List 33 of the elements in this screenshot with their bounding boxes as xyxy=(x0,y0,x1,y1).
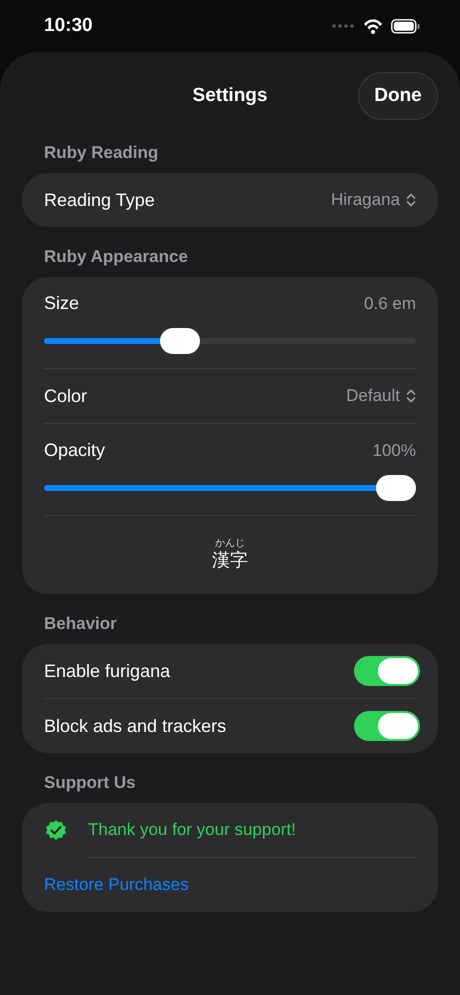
chevron-updown-icon xyxy=(406,389,416,403)
row-label: Reading Type xyxy=(44,190,155,210)
restore-link[interactable]: Restore Purchases xyxy=(44,875,189,895)
value-text: 0.6 em xyxy=(364,294,416,314)
slider-thumb[interactable] xyxy=(160,328,200,354)
verified-badge-icon xyxy=(44,819,68,841)
section-header: Ruby Appearance xyxy=(43,246,189,268)
kanji-text: 漢字 xyxy=(212,550,248,572)
slider[interactable] xyxy=(44,328,416,354)
section-header: Support Us xyxy=(43,772,137,794)
status-text: Thank you for your support! xyxy=(88,820,296,840)
signal-icon xyxy=(331,22,355,30)
battery-icon xyxy=(391,18,420,34)
furigana-text: かんじ xyxy=(215,538,245,550)
section-header: Behavior xyxy=(43,613,118,635)
slider[interactable] xyxy=(44,475,416,501)
toggle-switch[interactable] xyxy=(354,711,420,741)
slider-thumb[interactable] xyxy=(376,475,416,501)
row-label: Color xyxy=(44,386,88,406)
value-text: 100% xyxy=(372,440,416,460)
status-time: 10:30 xyxy=(44,15,93,37)
sheet-title: Settings xyxy=(192,85,268,107)
done-button[interactable]: Done xyxy=(358,72,438,120)
toggle-switch[interactable] xyxy=(354,656,420,686)
value-picker[interactable]: Hiragana xyxy=(331,190,416,210)
row-label: Block ads and trackers xyxy=(44,716,226,736)
wifi-icon xyxy=(363,18,383,34)
section-header: Ruby Reading xyxy=(43,142,160,164)
row-label: Enable furigana xyxy=(44,660,170,682)
row-label: Opacity xyxy=(44,440,106,461)
chevron-updown-icon xyxy=(406,193,416,207)
row-label: Size xyxy=(44,293,80,314)
value-picker[interactable]: Default xyxy=(346,386,416,406)
